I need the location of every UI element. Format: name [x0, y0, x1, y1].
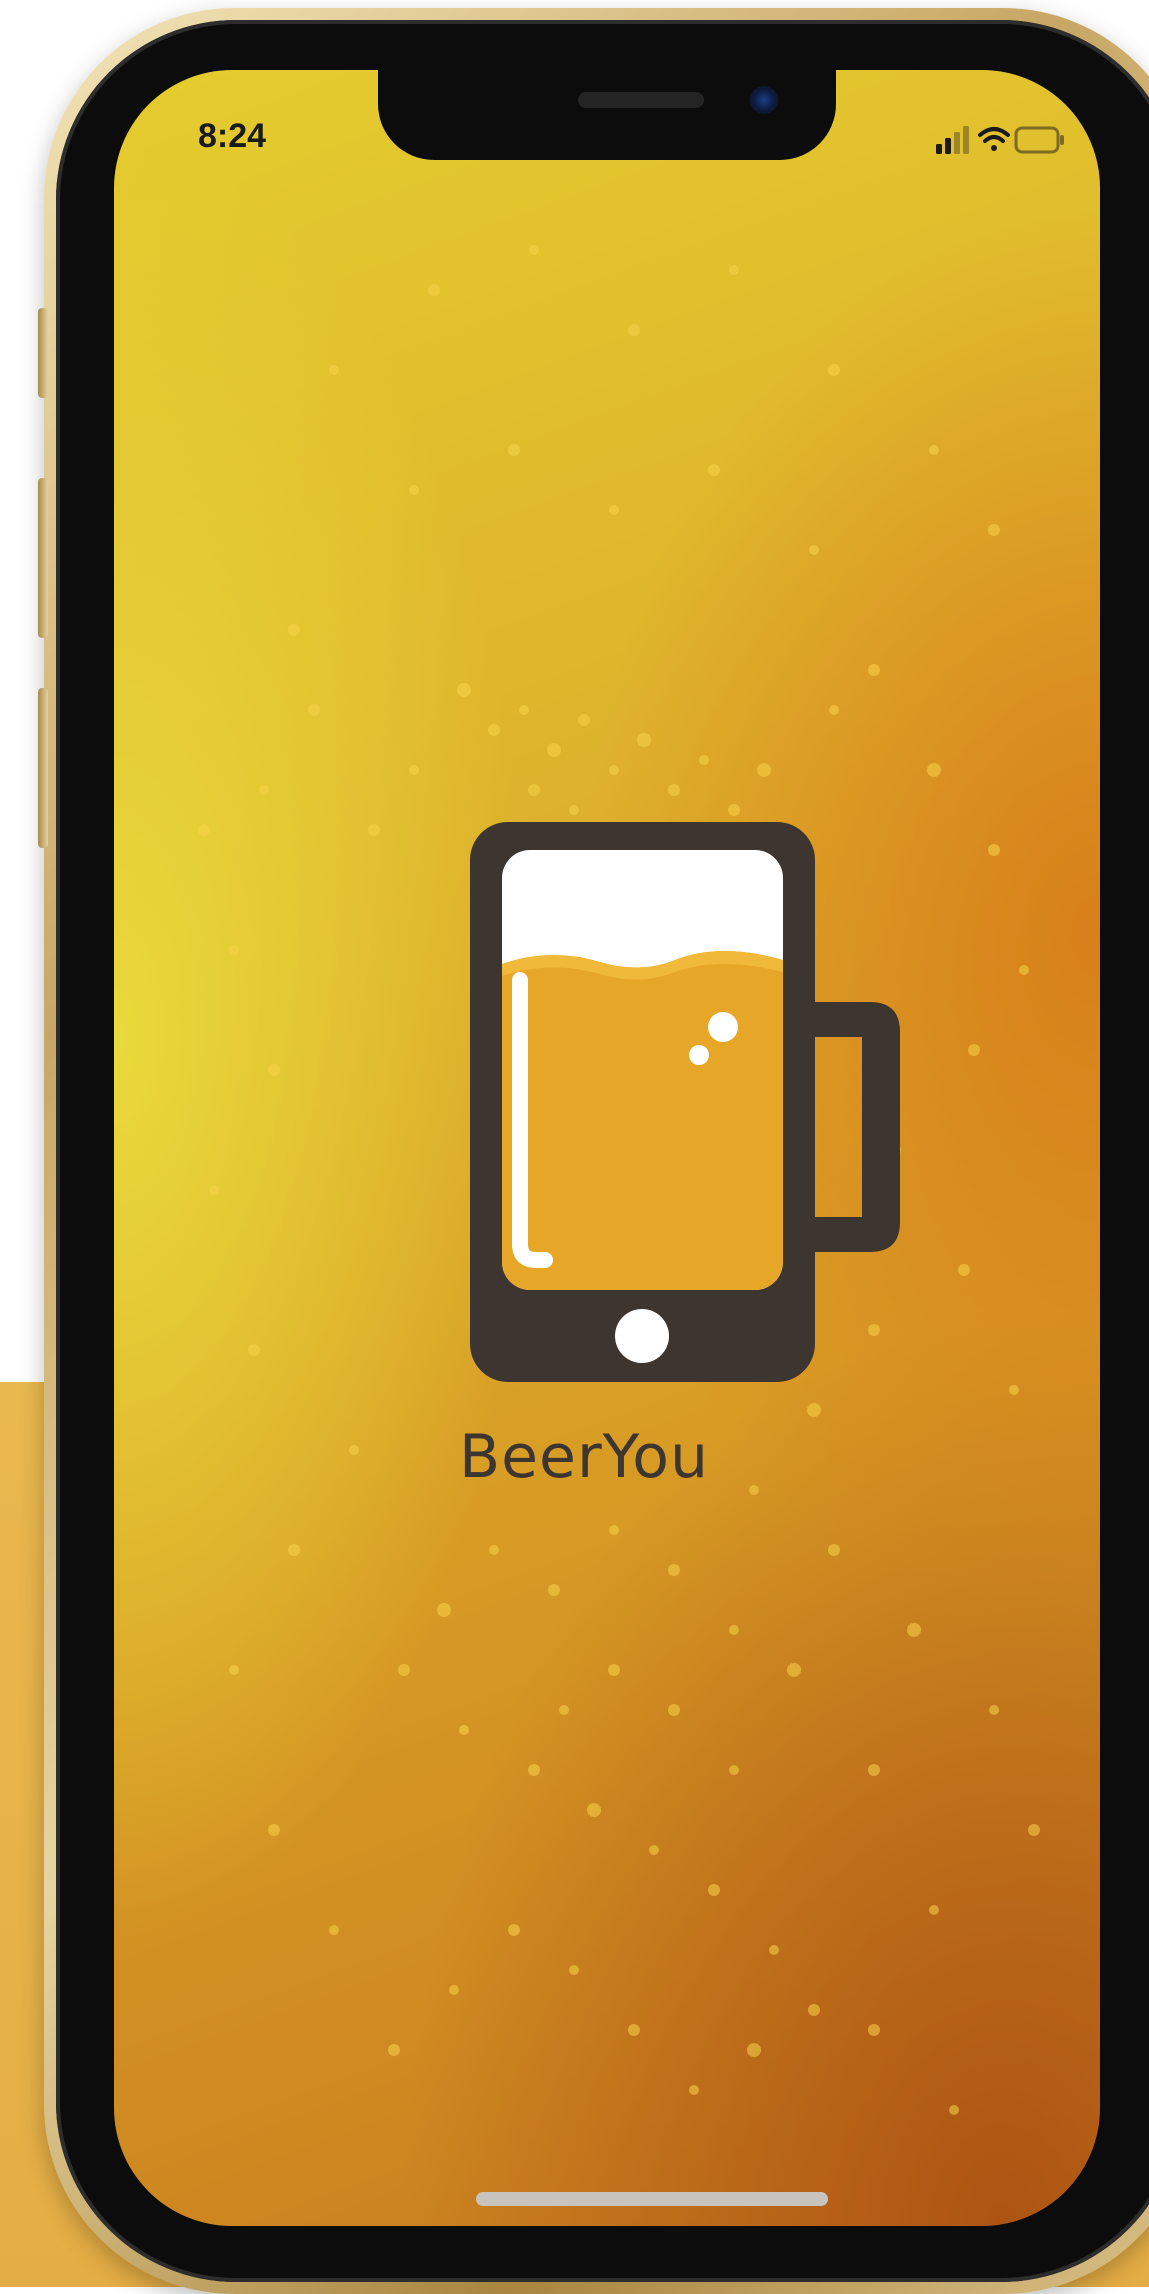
earpiece-speaker: [578, 92, 704, 108]
front-camera: [750, 86, 778, 114]
wifi-icon: [978, 127, 1010, 151]
mute-switch: [38, 308, 48, 398]
camera-notch: [378, 70, 836, 160]
splash-screen: BeerYou 8:24: [114, 70, 1100, 2226]
app-wordmark: BeerYou: [458, 1422, 710, 1492]
phone-mockup: BeerYou 8:24: [38, 8, 1149, 2294]
signal-bars-icon: [936, 126, 969, 154]
battery-icon: [1014, 126, 1064, 154]
volume-down-button: [38, 688, 48, 848]
status-icons: [936, 126, 1064, 154]
beer-mug-phone-logo-icon: [470, 822, 900, 1382]
volume-up-button: [38, 478, 48, 638]
status-time: 8:24: [198, 117, 267, 155]
home-indicator[interactable]: [476, 2192, 828, 2206]
